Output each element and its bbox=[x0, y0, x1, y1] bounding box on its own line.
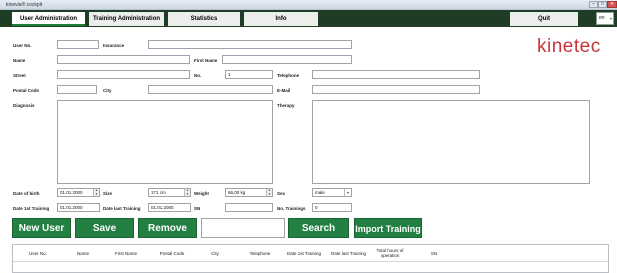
date-first-training-field[interactable]: 01.01.2000 bbox=[57, 203, 100, 212]
new-user-button[interactable]: New User bbox=[12, 218, 71, 238]
house-no-field[interactable]: 1 bbox=[225, 70, 273, 79]
sex-label: Sex bbox=[277, 191, 286, 196]
column-header-user-no[interactable]: User No. bbox=[22, 251, 54, 256]
weight-value: 66,00 kg bbox=[228, 190, 246, 195]
spinner-icon[interactable]: ▲ ▼ bbox=[266, 189, 272, 196]
name-field[interactable] bbox=[57, 55, 190, 64]
maximize-button[interactable]: □ bbox=[598, 1, 607, 8]
name-label: Name bbox=[13, 58, 26, 63]
size-label: Size bbox=[103, 191, 113, 196]
no-label: No. bbox=[194, 73, 202, 78]
diagnosis-textarea[interactable] bbox=[57, 100, 273, 184]
sex-select[interactable]: male ▾ bbox=[312, 188, 352, 197]
window-title: kinevia® cockpit bbox=[6, 2, 43, 8]
tab-info[interactable]: Info bbox=[244, 12, 318, 26]
quit-button[interactable]: Quit bbox=[510, 12, 578, 26]
title-bar: kinevia® cockpit – □ ✕ bbox=[0, 0, 617, 10]
column-header-date-first-training[interactable]: Date 1st Training bbox=[282, 251, 326, 256]
import-training-button[interactable]: Import Training bbox=[354, 218, 422, 238]
no-trainings-label: No. Trainings bbox=[277, 206, 306, 211]
first-name-label: First Name bbox=[194, 58, 218, 63]
user-no-field[interactable] bbox=[57, 40, 99, 49]
tab-statistics[interactable]: Statistics bbox=[168, 12, 240, 26]
chevron-down-icon: ▾ bbox=[344, 189, 351, 196]
first-name-field[interactable] bbox=[222, 55, 352, 64]
column-header-first-name[interactable]: First Name bbox=[108, 251, 144, 256]
insurance-label: Insurance bbox=[103, 43, 125, 48]
date-of-birth-field[interactable]: 01.01.2000 ▲ ▼ bbox=[57, 188, 100, 197]
no-trainings-field[interactable]: 0 bbox=[312, 203, 352, 212]
kinetec-logo: kinetec bbox=[537, 36, 601, 57]
search-input[interactable] bbox=[201, 218, 285, 238]
telephone-field[interactable] bbox=[312, 70, 480, 79]
size-field[interactable]: 171 cm ▲ ▼ bbox=[148, 188, 191, 197]
telephone-label: Telephone bbox=[277, 73, 300, 78]
app-window: { "window":{"title":"kinevia\u00ae cockp… bbox=[0, 0, 617, 273]
sn-field[interactable] bbox=[225, 203, 273, 212]
street-field[interactable] bbox=[57, 70, 190, 79]
column-header-sn[interactable]: SN bbox=[426, 251, 442, 256]
column-header-postal-code[interactable]: Postal Code bbox=[153, 251, 191, 256]
user-no-label: User No. bbox=[13, 43, 32, 48]
weight-field[interactable]: 66,00 kg ▲ ▼ bbox=[225, 188, 273, 197]
date-first-training-label: Date 1st Training bbox=[13, 206, 50, 211]
therapy-textarea[interactable] bbox=[312, 100, 590, 184]
insurance-field[interactable] bbox=[148, 40, 352, 49]
language-select[interactable]: en ▾ bbox=[596, 12, 614, 25]
spinner-icon[interactable]: ▲ ▼ bbox=[93, 189, 99, 196]
close-button[interactable]: ✕ bbox=[607, 1, 617, 8]
therapy-label: Therapy bbox=[277, 103, 295, 108]
user-table[interactable] bbox=[12, 244, 609, 273]
search-button[interactable]: Search bbox=[288, 218, 349, 238]
column-header-name[interactable]: Name bbox=[70, 251, 96, 256]
size-value: 171 cm bbox=[151, 190, 166, 195]
remove-button[interactable]: Remove bbox=[138, 218, 197, 238]
date-of-birth-value: 01.01.2000 bbox=[60, 190, 83, 195]
minimize-button[interactable]: – bbox=[589, 1, 598, 8]
column-header-total-hours[interactable]: Total hours of operation bbox=[372, 248, 408, 258]
date-last-training-label: Date last Training bbox=[103, 206, 141, 211]
postal-code-label: Postal Code bbox=[13, 88, 40, 93]
diagnosis-label: Diagnosis bbox=[13, 103, 35, 108]
tab-user-administration[interactable]: User Administration bbox=[12, 12, 85, 26]
street-label: Street bbox=[13, 73, 26, 78]
tab-training-administration[interactable]: Training Administration bbox=[89, 12, 164, 26]
language-value: en bbox=[599, 15, 605, 21]
column-header-city[interactable]: City bbox=[204, 251, 226, 256]
sex-value: male bbox=[315, 190, 325, 195]
save-button[interactable]: Save bbox=[75, 218, 134, 238]
city-field[interactable] bbox=[148, 85, 273, 94]
email-label: E-Mail bbox=[277, 88, 291, 93]
spinner-icon[interactable]: ▲ ▼ bbox=[184, 189, 190, 196]
city-label: City bbox=[103, 88, 112, 93]
date-last-training-field[interactable]: 01.01.2000 bbox=[148, 203, 191, 212]
column-header-telephone[interactable]: Telephone bbox=[244, 251, 276, 256]
email-field[interactable] bbox=[312, 85, 480, 94]
table-header-divider bbox=[13, 261, 608, 262]
postal-code-field[interactable] bbox=[57, 85, 97, 94]
chevron-down-icon: ▾ bbox=[609, 16, 612, 21]
sn-label: SN bbox=[194, 206, 201, 211]
date-of-birth-label: Date of birth bbox=[13, 191, 40, 196]
weight-label: Weight bbox=[194, 191, 209, 196]
column-header-date-last-training[interactable]: Date last Training bbox=[326, 251, 371, 256]
